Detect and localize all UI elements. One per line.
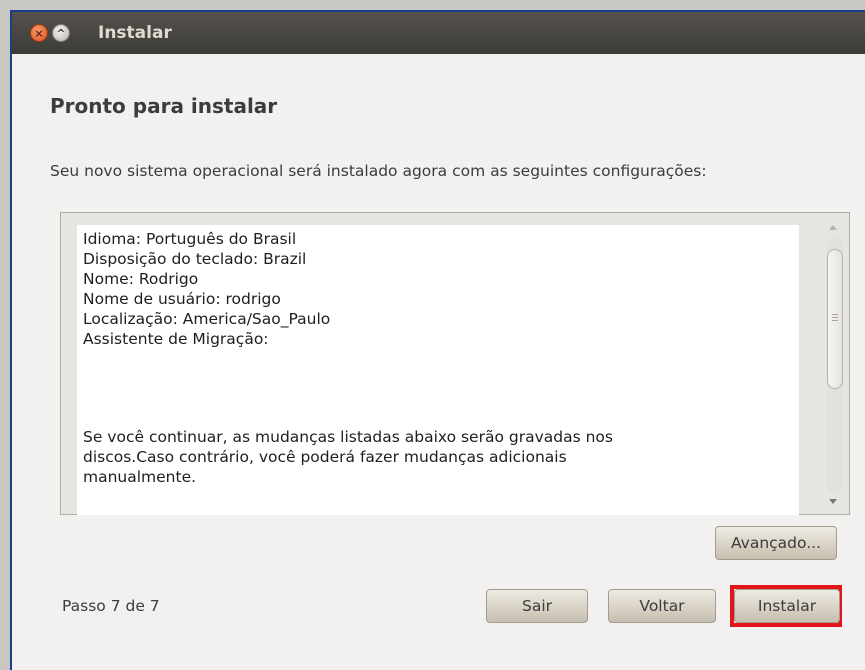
page-title: Pronto para instalar (50, 94, 278, 118)
summary-notice-line: discos.Caso contrário, você poderá fazer… (83, 448, 567, 466)
window-title: Instalar (98, 23, 172, 43)
advanced-button[interactable]: Avançado... (715, 526, 837, 560)
scroll-up-arrow-icon[interactable] (829, 225, 837, 230)
install-button[interactable]: Instalar (734, 589, 840, 623)
back-button[interactable]: Voltar (608, 589, 716, 623)
intro-text: Seu novo sistema operacional será instal… (50, 162, 707, 180)
summary-notice-line: manualmente. (83, 468, 197, 486)
grip-icon (832, 314, 838, 321)
minimize-icon[interactable]: ^ (52, 24, 70, 42)
summary-text-area[interactable]: Idioma: Português do Brasil Disposição d… (77, 225, 799, 515)
summary-line-migration: Assistente de Migração: (83, 330, 269, 348)
summary-line-name: Nome: Rodrigo (83, 270, 199, 288)
summary-scrollbar[interactable] (821, 213, 849, 514)
summary-line-location: Localização: America/Sao_Paulo (83, 310, 331, 328)
summary-frame: Idioma: Português do Brasil Disposição d… (60, 212, 850, 515)
scrollbar-thumb[interactable] (827, 249, 843, 389)
summary-line-language: Idioma: Português do Brasil (83, 230, 297, 248)
summary-notice-line: Se você continuar, as mudanças listadas … (83, 428, 613, 446)
quit-button[interactable]: Sair (486, 589, 588, 623)
title-bar[interactable]: × ^ Instalar (12, 12, 865, 54)
summary-spacer (83, 349, 799, 427)
summary-line-username: Nome de usuário: rodrigo (83, 290, 281, 308)
summary-line-keyboard: Disposição do teclado: Brazil (83, 250, 307, 268)
close-icon[interactable]: × (30, 24, 48, 42)
scroll-down-arrow-icon[interactable] (829, 499, 837, 504)
step-indicator: Passo 7 de 7 (62, 597, 160, 615)
installer-window: × ^ Instalar Pronto para instalar Seu no… (10, 10, 865, 670)
